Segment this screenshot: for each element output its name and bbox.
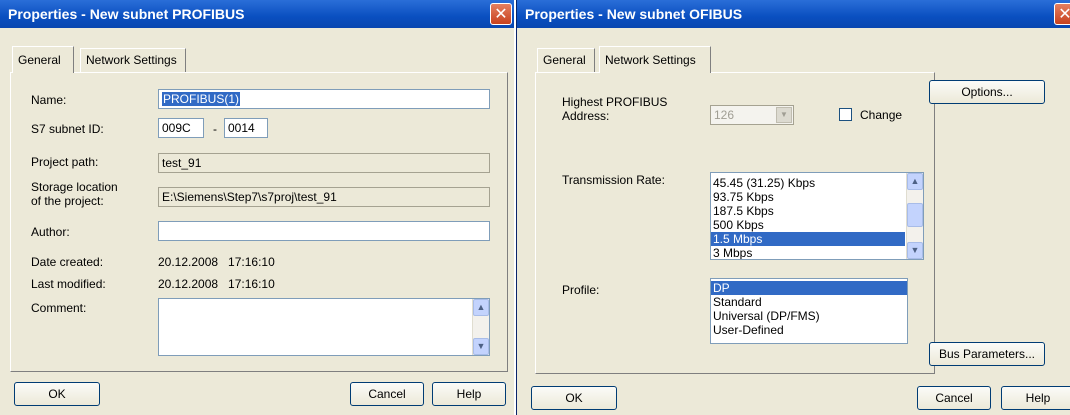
- transmission-rate-label: Transmission Rate:: [562, 173, 665, 187]
- project-path-field: test_91: [158, 153, 490, 173]
- tab-label: General: [543, 53, 586, 67]
- storage-location-field: E:\Siemens\Step7\s7proj\test_91: [158, 187, 490, 207]
- rate-option[interactable]: 45.45 (31.25) Kbps: [711, 176, 923, 190]
- highest-address-label-2: Address:: [562, 109, 610, 123]
- options-button[interactable]: Options...: [929, 80, 1045, 104]
- last-modified-label: Last modified:: [31, 277, 106, 291]
- tab-label: Network Settings: [605, 53, 696, 67]
- change-label: Change: [860, 108, 903, 122]
- close-icon[interactable]: ✕: [1054, 3, 1070, 25]
- close-icon[interactable]: ✕: [490, 3, 512, 25]
- highest-address-value: 126: [714, 108, 735, 122]
- storage-location-label-2: of the project:: [31, 194, 104, 208]
- transmission-rate-list[interactable]: 45.45 (31.25) Kbps 93.75 Kbps 187.5 Kbps…: [710, 172, 924, 260]
- ok-label: OK: [48, 387, 66, 401]
- rate-option[interactable]: 3 Mbps: [711, 246, 923, 259]
- scroll-up-icon[interactable]: ▲: [907, 173, 923, 190]
- tab-label: General: [18, 53, 61, 67]
- profile-label: Profile:: [562, 283, 600, 297]
- ok-button[interactable]: OK: [531, 386, 617, 410]
- options-label: Options...: [961, 85, 1013, 99]
- help-button[interactable]: Help: [432, 382, 506, 406]
- last-modified-value: 20.12.2008 17:16:10: [158, 277, 275, 291]
- highest-address-combo: 126 ▼: [710, 105, 794, 125]
- profile-option[interactable]: Universal (DP/FMS): [711, 309, 907, 323]
- date-created-value: 20.12.2008 17:16:10: [158, 255, 275, 269]
- title-bar: Properties - New subnet PROFIBUS ✕: [0, 0, 514, 28]
- subnet-id-label: S7 subnet ID:: [31, 122, 104, 136]
- tab-general[interactable]: General: [537, 48, 595, 72]
- title-bar: Properties - New subnet OFIBUS ✕: [517, 0, 1070, 28]
- help-label: Help: [1025, 391, 1051, 405]
- profile-option[interactable]: Standard: [711, 295, 907, 309]
- change-checkbox[interactable]: [839, 108, 852, 121]
- rate-scrollbar[interactable]: ▲ ▼: [906, 173, 923, 259]
- name-value: PROFIBUS(1): [162, 92, 241, 106]
- tab-network-settings[interactable]: Network Settings: [80, 48, 186, 72]
- date-created-label: Date created:: [31, 255, 104, 269]
- profile-option[interactable]: User-Defined: [711, 323, 907, 337]
- cancel-label: Cancel: [368, 387, 406, 401]
- scroll-down-icon[interactable]: ▼: [473, 338, 489, 355]
- scroll-up-icon[interactable]: ▲: [473, 299, 489, 316]
- author-label: Author:: [31, 225, 70, 239]
- comment-label: Comment:: [31, 301, 87, 315]
- author-field[interactable]: [158, 221, 490, 241]
- highest-address-label-1: Highest PROFIBUS: [562, 95, 668, 109]
- properties-dialog-network: Properties - New subnet OFIBUS ✕ General…: [516, 0, 1070, 415]
- cancel-button[interactable]: Cancel: [350, 382, 424, 406]
- tab-label: Network Settings: [86, 53, 177, 67]
- scroll-down-icon[interactable]: ▼: [907, 242, 923, 259]
- properties-dialog-general: Properties - New subnet PROFIBUS ✕ Gener…: [0, 0, 514, 415]
- window-title: Properties - New subnet OFIBUS: [525, 6, 743, 22]
- subnet-id-field-1[interactable]: 009C: [158, 118, 204, 138]
- name-field[interactable]: PROFIBUS(1): [158, 89, 490, 109]
- subnet-id-part1: 009C: [162, 121, 191, 135]
- tab-general[interactable]: General: [12, 46, 74, 73]
- bus-parameters-label: Bus Parameters...: [938, 347, 1036, 361]
- rate-option[interactable]: 93.75 Kbps: [711, 190, 923, 204]
- profile-list[interactable]: DP Standard Universal (DP/FMS) User-Defi…: [710, 278, 908, 344]
- cancel-label: Cancel: [935, 391, 973, 405]
- bus-parameters-button[interactable]: Bus Parameters...: [929, 342, 1045, 366]
- transmission-rate-items: 45.45 (31.25) Kbps 93.75 Kbps 187.5 Kbps…: [711, 173, 923, 259]
- help-label: Help: [456, 387, 482, 401]
- rate-option-selected[interactable]: 1.5 Mbps: [711, 232, 905, 246]
- storage-location-value: E:\Siemens\Step7\s7proj\test_91: [162, 190, 337, 204]
- subnet-id-field-2[interactable]: 0014: [224, 118, 268, 138]
- profile-items: DP Standard Universal (DP/FMS) User-Defi…: [711, 279, 907, 337]
- name-label: Name:: [31, 93, 67, 107]
- scroll-thumb[interactable]: [907, 203, 923, 227]
- tab-network-settings[interactable]: Network Settings: [599, 46, 711, 73]
- subnet-id-separator: -: [213, 122, 217, 136]
- ok-label: OK: [565, 391, 583, 405]
- rate-option[interactable]: 500 Kbps: [711, 218, 923, 232]
- subnet-id-part2: 0014: [228, 121, 255, 135]
- cancel-button[interactable]: Cancel: [917, 386, 991, 410]
- project-path-value: test_91: [162, 156, 202, 170]
- comment-scrollbar[interactable]: ▲ ▼: [472, 299, 489, 355]
- help-button[interactable]: Help: [1001, 386, 1070, 410]
- comment-field[interactable]: ▲ ▼: [158, 298, 490, 356]
- ok-button[interactable]: OK: [14, 382, 100, 406]
- rate-option[interactable]: 187.5 Kbps: [711, 204, 923, 218]
- project-path-label: Project path:: [31, 155, 99, 169]
- storage-location-label-1: Storage location: [31, 180, 118, 194]
- profile-option-selected[interactable]: DP: [711, 281, 907, 295]
- chevron-down-icon: ▼: [776, 107, 792, 123]
- window-title: Properties - New subnet PROFIBUS: [8, 6, 245, 22]
